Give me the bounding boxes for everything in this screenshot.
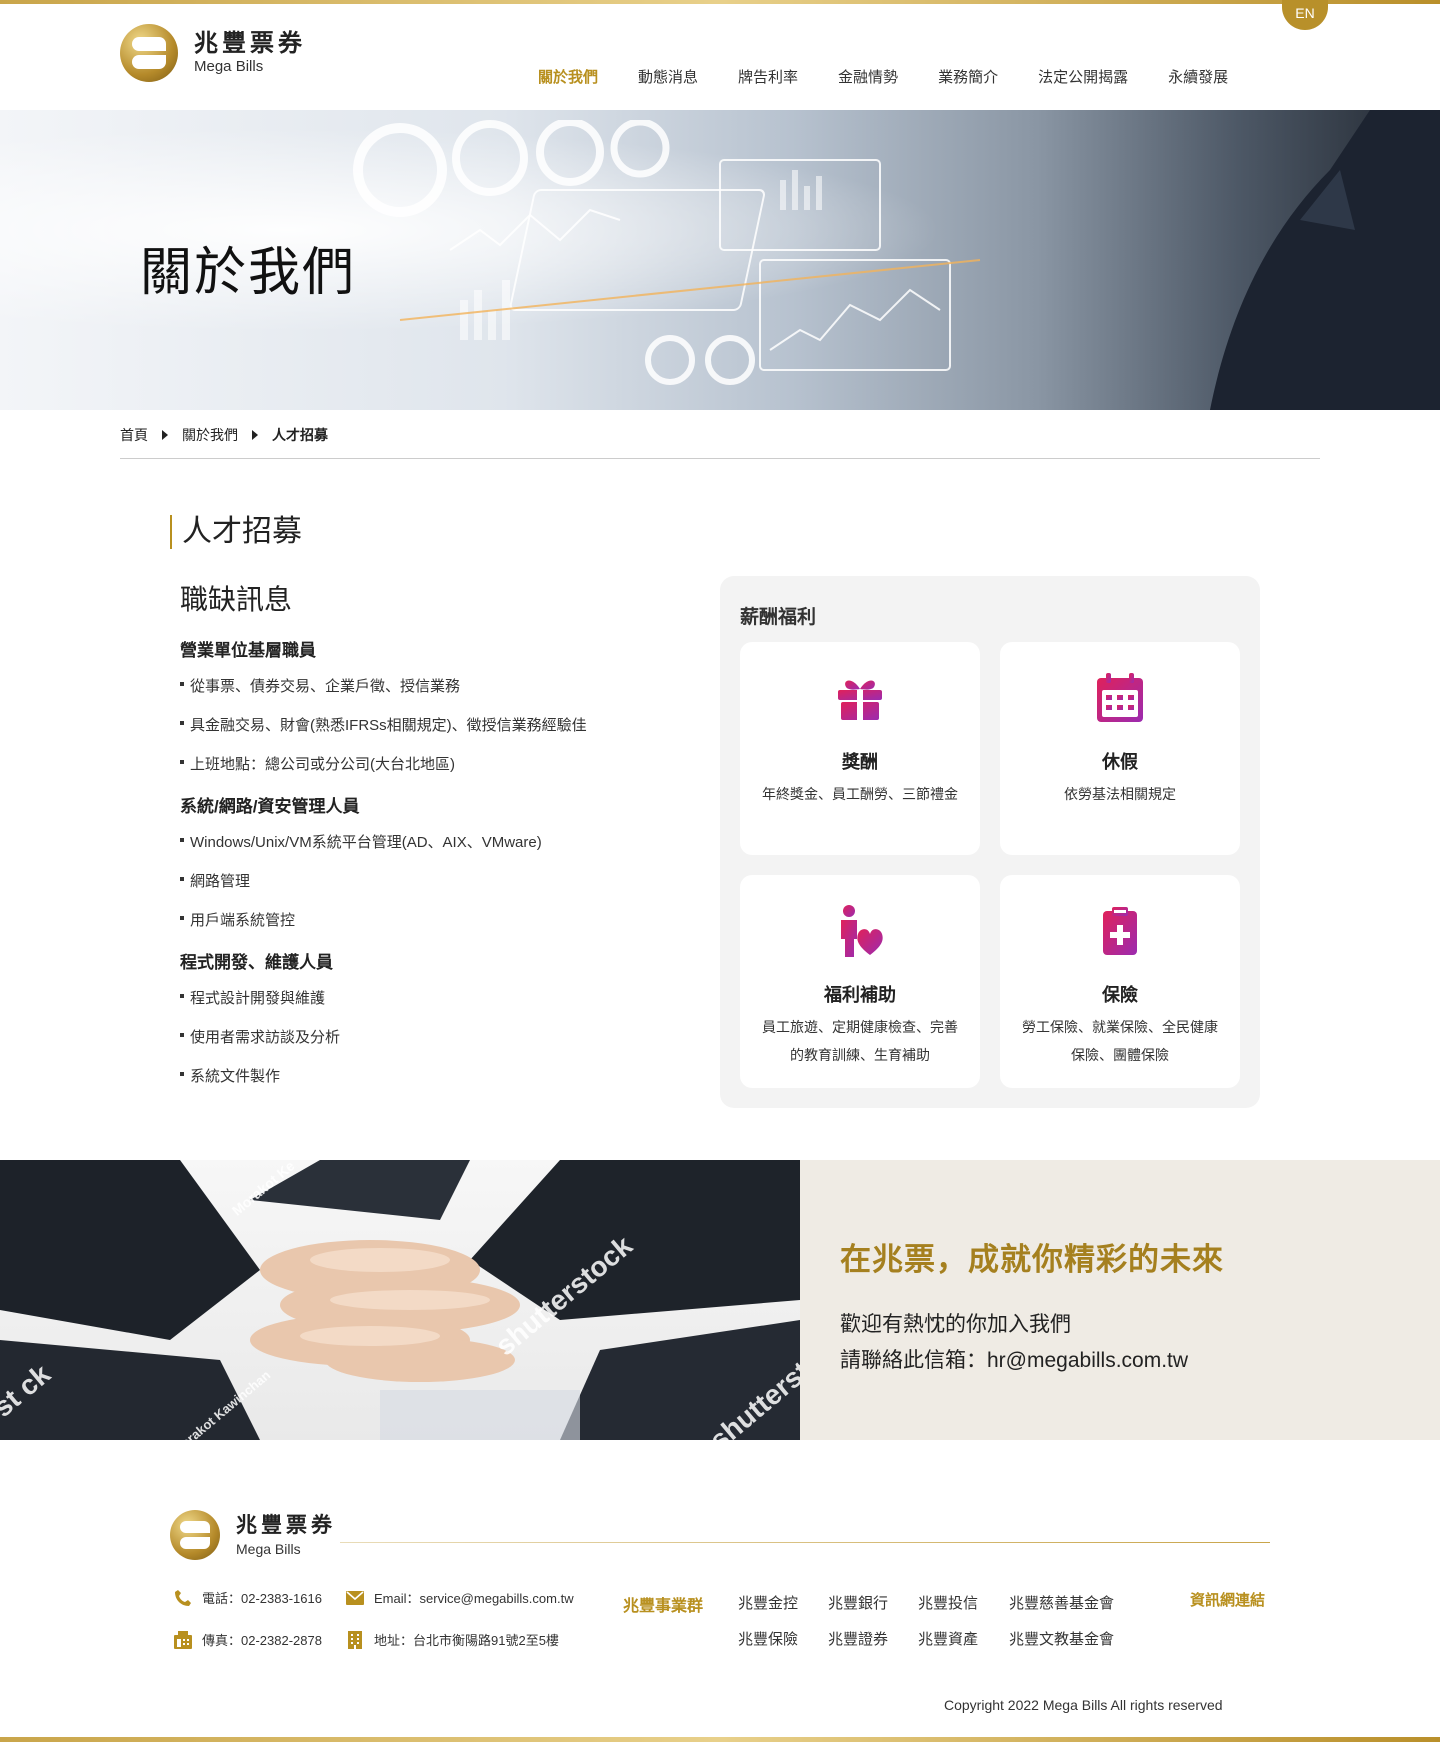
footer-address: 地址：台北市衡陽路91號2至5樓 — [346, 1630, 559, 1649]
section-title: 人才招募 — [170, 515, 302, 549]
logo-mark-icon — [120, 24, 178, 82]
group-link[interactable]: 兆豐投信 — [918, 1592, 978, 1613]
job-item: 程式設計開發與維護 — [180, 987, 700, 1008]
group-label: 兆豐事業群 — [623, 1598, 704, 1615]
teamwork-hands-image: shutterstock shutterst st ck Morakot Ke … — [0, 1160, 800, 1440]
hero-banner: 關於我們 — [0, 110, 1440, 410]
nav-item-market[interactable]: 金融情勢 — [838, 66, 898, 87]
group-link[interactable]: 兆豐保險 — [738, 1628, 798, 1649]
job-openings-heading: 職缺訊息 — [180, 583, 293, 616]
logo-text: 兆豐票券 Mega Bills — [236, 1512, 336, 1558]
logo-en: Mega Bills — [236, 1541, 301, 1557]
nav-item-sustainability[interactable]: 永續發展 — [1168, 66, 1228, 87]
hero-businessman-graphic — [1210, 110, 1440, 410]
hero-title: 關於我們 — [140, 243, 357, 303]
benefit-title: 休假 — [1102, 752, 1138, 772]
job-item: 網路管理 — [180, 870, 700, 891]
breadcrumb-arrow-icon — [162, 430, 168, 440]
gift-icon — [838, 680, 882, 720]
person-heart-icon — [841, 905, 883, 957]
job-item: 上班地點：總公司或分公司(大台北地區) — [180, 753, 700, 774]
group-link[interactable]: 兆豐證券 — [828, 1628, 888, 1649]
recruit-email-line[interactable]: 請聯絡此信箱：hr@megabills.com.tw — [840, 1344, 1188, 1374]
logo-mark-icon — [170, 1510, 220, 1560]
job-group: 系統/網路/資安管理人員 Windows/Unix/VM系統平台管理(AD、AI… — [180, 792, 700, 930]
group-link[interactable]: 兆豐文教基金會 — [1009, 1628, 1114, 1649]
benefit-desc: 年終獎金、員工酬勞、三節禮金 — [762, 786, 958, 802]
benefits-title: 薪酬福利 — [740, 607, 817, 628]
footer-divider — [340, 1542, 1270, 1543]
fax-icon — [174, 1630, 192, 1649]
job-group: 營業單位基層職員 從事票、債券交易、企業戶徵、授信業務 具金融交易、財會(熟悉I… — [180, 636, 700, 774]
job-group-title: 營業單位基層職員 — [180, 641, 316, 660]
recruit-title: 在兆票，成就你精彩的未來 — [840, 1242, 1224, 1277]
job-item: 具金融交易、財會(熟悉IFRSs相關規定)、徵授信業務經驗佳 — [180, 714, 700, 735]
hands-stack-illustration — [0, 1160, 800, 1440]
breadcrumb: 首頁 關於我們 人才招募 — [120, 425, 328, 445]
footer-email[interactable]: Email：service@megabills.com.tw — [346, 1588, 574, 1607]
job-item: 系統文件製作 — [180, 1065, 700, 1086]
page: 兆豐票券 Mega Bills EN 關於我們 動態消息 牌告利率 金融情勢 業… — [0, 0, 1440, 1742]
breadcrumb-divider — [120, 458, 1320, 459]
benefit-card-leave: 休假 依勞基法相關規定 — [1000, 642, 1240, 855]
group-link[interactable]: 兆豐慈善基金會 — [1009, 1592, 1114, 1613]
language-en-button[interactable]: EN — [1282, 0, 1328, 30]
nav-item-news[interactable]: 動態消息 — [638, 66, 698, 87]
phone-icon — [175, 1589, 191, 1606]
hero-dashboard-graphic — [353, 120, 981, 385]
benefits-panel: 薪酬福利 獎酬 年終獎金、員工酬勞、三節禮金 休假 依勞基法相關規定 福利補助 … — [720, 576, 1260, 1108]
nav-item-business[interactable]: 業務簡介 — [938, 66, 998, 87]
main-nav: 關於我們 動態消息 牌告利率 金融情勢 業務簡介 法定公開揭露 永續發展 — [538, 66, 1268, 87]
job-group: 程式開發、維護人員 程式設計開發與維護 使用者需求訪談及分析 系統文件製作 — [180, 948, 700, 1086]
benefit-card-insurance: 保險 勞工保險、就業保險、全民健康保險、團體保險 — [1000, 875, 1240, 1088]
nav-item-rates[interactable]: 牌告利率 — [738, 66, 798, 87]
logo-zh: 兆豐票券 — [194, 30, 306, 57]
job-item: 用戶端系統管控 — [180, 909, 700, 930]
calendar-icon — [1097, 673, 1143, 722]
recruit-callout: 在兆票，成就你精彩的未來 歡迎有熱忱的你加入我們 請聯絡此信箱：hr@megab… — [800, 1160, 1440, 1440]
benefit-card-welfare: 福利補助 員工旅遊、定期健康檢查、完善的教育訓練、生育補助 — [740, 875, 980, 1088]
group-link[interactable]: 兆豐銀行 — [828, 1592, 888, 1613]
mail-icon — [346, 1590, 364, 1605]
group-link[interactable]: 兆豐資產 — [918, 1628, 978, 1649]
logo-en: Mega Bills — [194, 58, 264, 75]
logo-zh: 兆豐票券 — [236, 1514, 336, 1537]
job-item: Windows/Unix/VM系統平台管理(AD、AIX、VMware) — [180, 831, 700, 852]
logo-text: 兆豐票券 Mega Bills — [194, 30, 306, 76]
email-text: Email：service@megabills.com.tw — [374, 1591, 574, 1606]
job-item: 從事票、債券交易、企業戶徵、授信業務 — [180, 675, 700, 696]
breadcrumb-about[interactable]: 關於我們 — [182, 425, 238, 445]
benefit-title: 保險 — [1102, 985, 1138, 1005]
group-link[interactable]: 兆豐金控 — [738, 1592, 798, 1613]
info-links-button[interactable]: 資訊網連結 — [1190, 1589, 1265, 1610]
job-item: 使用者需求訪談及分析 — [180, 1026, 700, 1047]
nav-item-about[interactable]: 關於我們 — [538, 66, 598, 87]
site-header: 兆豐票券 Mega Bills EN 關於我們 動態消息 牌告利率 金融情勢 業… — [0, 0, 1440, 110]
site-logo[interactable]: 兆豐票券 Mega Bills — [120, 24, 306, 82]
job-list: 營業單位基層職員 從事票、債券交易、企業戶徵、授信業務 具金融交易、財會(熟悉I… — [180, 636, 700, 1104]
breadcrumb-arrow-icon — [252, 430, 258, 440]
job-group-title: 系統/網路/資安管理人員 — [180, 797, 360, 816]
nav-item-disclosure[interactable]: 法定公開揭露 — [1038, 66, 1128, 87]
recruit-line: 歡迎有熱忱的你加入我們 — [840, 1313, 1071, 1336]
breadcrumb-home[interactable]: 首頁 — [120, 425, 148, 445]
footer-fax: 傳真：02-2382-2878 — [174, 1630, 322, 1649]
phone-text: 電話：02-2383-1616 — [202, 1591, 322, 1606]
benefit-title: 獎酬 — [842, 752, 878, 772]
footer-phone: 電話：02-2383-1616 — [174, 1588, 322, 1607]
address-text: 地址：台北市衡陽路91號2至5樓 — [374, 1633, 559, 1648]
benefit-desc: 依勞基法相關規定 — [1064, 786, 1176, 802]
fax-text: 傳真：02-2382-2878 — [202, 1633, 322, 1648]
breadcrumb-current: 人才招募 — [272, 427, 328, 443]
benefit-desc: 員工旅遊、定期健康檢查、完善的教育訓練、生育補助 — [762, 1019, 958, 1063]
copyright: Copyright 2022 Mega Bills All rights res… — [944, 1697, 1223, 1713]
footer-logo[interactable]: 兆豐票券 Mega Bills — [170, 1510, 336, 1560]
benefit-desc: 勞工保險、就業保險、全民健康保險、團體保險 — [1022, 1019, 1218, 1063]
building-icon — [348, 1630, 362, 1649]
job-group-title: 程式開發、維護人員 — [180, 953, 333, 972]
benefit-card-reward: 獎酬 年終獎金、員工酬勞、三節禮金 — [740, 642, 980, 855]
benefit-title: 福利補助 — [824, 985, 896, 1005]
medical-clipboard-icon — [1103, 907, 1137, 955]
bottom-accent-line — [0, 1737, 1440, 1742]
